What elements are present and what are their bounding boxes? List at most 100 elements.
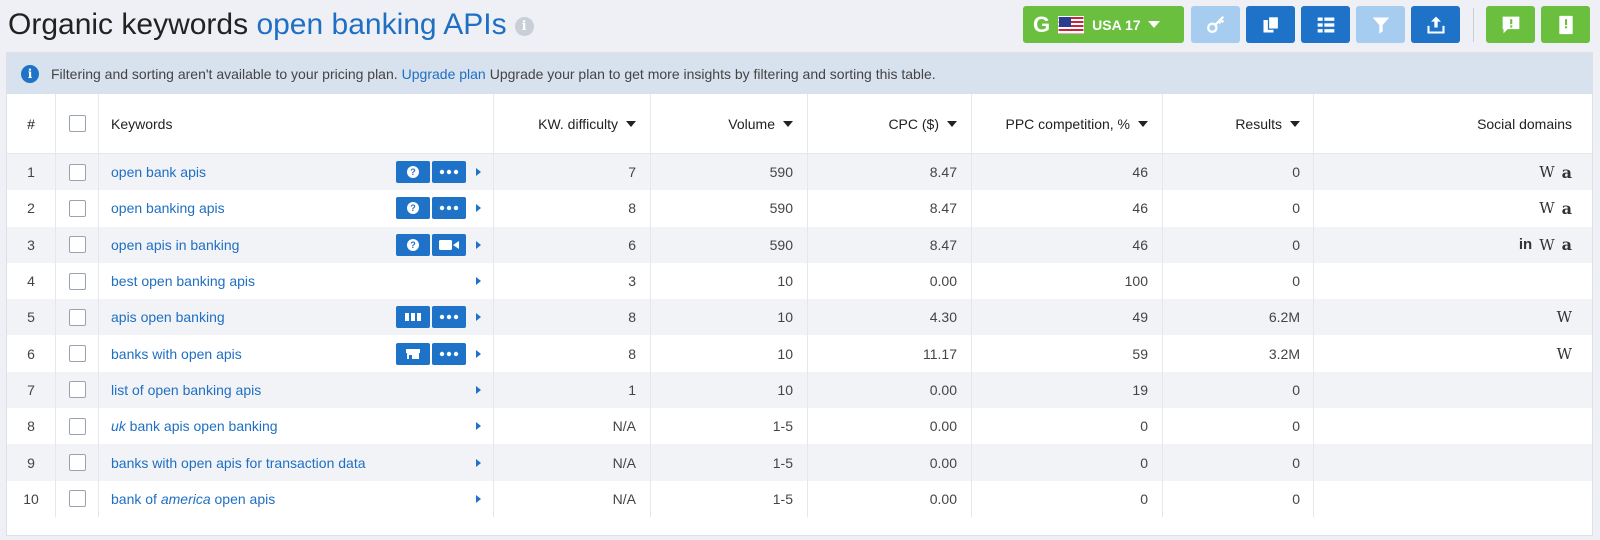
col-results-header[interactable]: Results bbox=[1163, 94, 1314, 153]
keyword-cell: list of open banking apis bbox=[99, 371, 494, 409]
expand-row-icon[interactable] bbox=[476, 458, 481, 467]
results-value: 0 bbox=[1163, 444, 1314, 481]
keyword-tools bbox=[466, 494, 493, 503]
keyword-link[interactable]: open banking apis bbox=[111, 200, 225, 216]
store-button[interactable] bbox=[396, 342, 430, 365]
cpc-value: 0.00 bbox=[808, 480, 972, 517]
keyword-link[interactable]: banks with open apis for transaction dat… bbox=[111, 455, 366, 471]
table-row: 3 open apis in banking ? 6 590 8.47 46 0… bbox=[7, 226, 1592, 263]
cpc-value: 8.47 bbox=[808, 226, 972, 263]
expand-row-icon[interactable] bbox=[476, 240, 481, 249]
amazon-icon[interactable]: a bbox=[1562, 235, 1572, 254]
more-button[interactable] bbox=[432, 306, 466, 329]
keyword-link[interactable]: best open banking apis bbox=[111, 273, 255, 289]
kd-header-label: KW. difficulty bbox=[538, 115, 618, 132]
keyword-link[interactable]: list of open banking apis bbox=[111, 382, 261, 398]
row-checkbox[interactable] bbox=[68, 490, 86, 508]
row-checkbox[interactable] bbox=[68, 272, 86, 290]
more-button[interactable] bbox=[432, 342, 466, 365]
upgrade-plan-link[interactable]: Upgrade plan bbox=[402, 66, 486, 82]
keyword-link[interactable]: open bank apis bbox=[111, 164, 206, 180]
ppc-value: 100 bbox=[972, 262, 1163, 300]
cpc-value: 0.00 bbox=[808, 444, 972, 481]
keyword-tools bbox=[466, 385, 493, 394]
keyword-link[interactable]: apis open banking bbox=[111, 309, 225, 325]
keyword-text: open banking apis bbox=[111, 200, 225, 217]
keyword-link[interactable]: banks with open apis bbox=[111, 346, 242, 362]
database-selector[interactable]: G USA 17 bbox=[1023, 6, 1184, 43]
row-checkbox[interactable] bbox=[68, 163, 86, 181]
volume-value: 10 bbox=[651, 371, 808, 409]
wikipedia-icon[interactable]: W bbox=[1539, 236, 1554, 254]
amazon-icon[interactable]: a bbox=[1562, 199, 1572, 218]
more-button[interactable] bbox=[432, 197, 466, 220]
export-button[interactable] bbox=[1411, 6, 1460, 43]
ppc-value: 46 bbox=[972, 190, 1163, 227]
col-kd-header[interactable]: KW. difficulty bbox=[494, 94, 651, 153]
col-volume-header[interactable]: Volume bbox=[651, 94, 808, 153]
row-checkbox[interactable] bbox=[68, 417, 86, 435]
expand-row-icon[interactable] bbox=[476, 204, 481, 213]
kd-value: 8 bbox=[494, 335, 651, 372]
row-checkbox[interactable] bbox=[68, 381, 86, 399]
wikipedia-icon[interactable]: W bbox=[1539, 199, 1554, 217]
results-value: 0 bbox=[1163, 371, 1314, 409]
keyword-text: open bank apis bbox=[111, 164, 206, 181]
question-button[interactable]: ? bbox=[396, 161, 430, 184]
kd-value: N/A bbox=[494, 444, 651, 481]
col-cpc-header[interactable]: CPC ($) bbox=[808, 94, 972, 153]
social-domains-cell bbox=[1314, 444, 1592, 480]
col-ppc-header[interactable]: PPC competition, % bbox=[972, 94, 1163, 153]
question-button[interactable]: ? bbox=[396, 197, 430, 220]
expand-row-icon[interactable] bbox=[476, 277, 481, 286]
sort-caret-icon bbox=[1290, 120, 1300, 127]
amazon-icon[interactable]: a bbox=[1562, 163, 1572, 182]
expand-row-icon[interactable] bbox=[476, 349, 481, 358]
feedback-button[interactable] bbox=[1486, 6, 1535, 43]
more-button[interactable] bbox=[432, 161, 466, 184]
columns-button[interactable] bbox=[1301, 6, 1350, 43]
wikipedia-icon[interactable]: W bbox=[1557, 308, 1572, 326]
expand-row-icon[interactable] bbox=[476, 422, 481, 431]
info-icon[interactable]: i bbox=[514, 17, 534, 36]
table-row: 5 apis open banking 8 10 4.30 49 6.2M W bbox=[7, 299, 1592, 336]
guide-button[interactable] bbox=[1541, 6, 1590, 43]
grid-button[interactable] bbox=[396, 306, 430, 329]
keyword-link[interactable]: bank of america open apis bbox=[111, 491, 275, 507]
row-number: 7 bbox=[7, 371, 56, 409]
row-checkbox[interactable] bbox=[68, 454, 86, 472]
row-checkbox[interactable] bbox=[68, 308, 86, 326]
question-button[interactable]: ? bbox=[396, 233, 430, 256]
linkedin-icon[interactable]: in bbox=[1519, 236, 1532, 253]
expand-row-icon[interactable] bbox=[476, 385, 481, 394]
cpc-value: 0.00 bbox=[808, 408, 972, 445]
copy-button[interactable] bbox=[1246, 6, 1295, 43]
notice-text-after: Upgrade your plan to get more insights b… bbox=[489, 65, 936, 82]
col-num-header: # bbox=[7, 94, 56, 153]
row-checkbox[interactable] bbox=[68, 236, 86, 254]
row-select-cell bbox=[56, 444, 99, 481]
keyword-link[interactable]: uk bank apis open banking bbox=[111, 418, 278, 434]
keyword-link[interactable]: open apis in banking bbox=[111, 237, 239, 253]
expand-row-icon[interactable] bbox=[476, 494, 481, 503]
wikipedia-icon[interactable]: W bbox=[1557, 345, 1572, 363]
info-circle-icon: i bbox=[21, 64, 39, 83]
expand-row-icon[interactable] bbox=[476, 168, 481, 177]
keyword-cell: banks with open apis for transaction dat… bbox=[99, 444, 494, 481]
us-flag-icon bbox=[1058, 15, 1085, 34]
keyword-emphasis: uk bbox=[111, 418, 126, 435]
key-button[interactable] bbox=[1191, 6, 1240, 43]
video-button[interactable] bbox=[432, 233, 466, 256]
select-all-checkbox[interactable] bbox=[68, 115, 86, 132]
wikipedia-icon[interactable]: W bbox=[1539, 163, 1554, 181]
results-value: 3.2M bbox=[1163, 335, 1314, 372]
table-row: 8 uk bank apis open banking N/A 1-5 0.00… bbox=[7, 408, 1592, 445]
keyword-tools bbox=[466, 422, 493, 431]
keyword-text: list of open banking apis bbox=[111, 381, 262, 398]
expand-row-icon[interactable] bbox=[476, 313, 481, 322]
ppc-header-label: PPC competition, % bbox=[1005, 115, 1131, 132]
filter-button[interactable] bbox=[1356, 6, 1405, 43]
sort-caret-icon bbox=[626, 120, 636, 127]
row-checkbox[interactable] bbox=[68, 345, 86, 363]
row-checkbox[interactable] bbox=[68, 199, 86, 217]
